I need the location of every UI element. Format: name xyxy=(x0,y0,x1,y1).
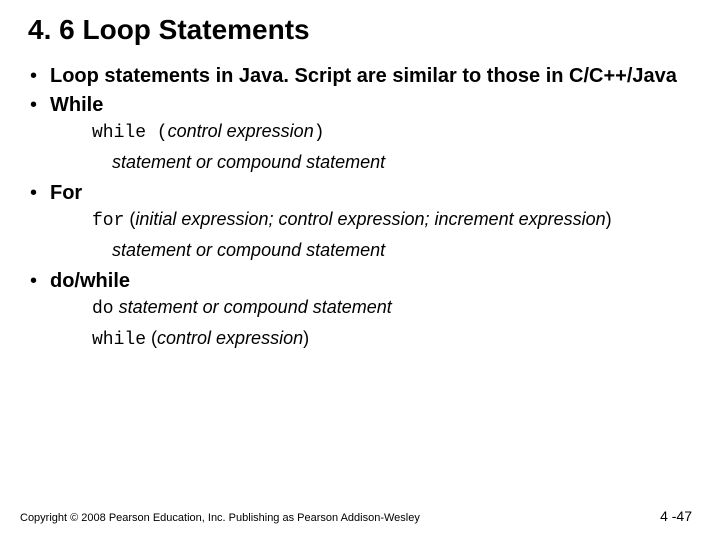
for-close: ) xyxy=(606,209,612,229)
while-keyword: while ( xyxy=(92,123,168,143)
dowhile-close: ) xyxy=(303,328,309,348)
dowhile-while-keyword: while xyxy=(92,330,146,350)
for-body: statement or compound statement xyxy=(112,239,692,262)
copyright-text: Copyright © 2008 Pearson Education, Inc.… xyxy=(20,512,420,524)
while-syntax: while (control expression) xyxy=(92,120,692,145)
bullet-while: While while (control expression) stateme… xyxy=(28,93,692,175)
bullet-dowhile: do/while do statement or compound statem… xyxy=(28,269,692,353)
while-body: statement or compound statement xyxy=(112,151,692,174)
dowhile-open: ( xyxy=(146,328,157,348)
bullet-for: For for (initial expression; control exp… xyxy=(28,181,692,263)
for-args: initial expression; control expression; … xyxy=(135,209,605,229)
for-label: For xyxy=(50,181,692,206)
do-body: statement or compound statement xyxy=(114,297,392,317)
dowhile-label: do/while xyxy=(50,269,692,294)
for-keyword: for xyxy=(92,211,124,231)
while-close: ) xyxy=(314,123,325,143)
for-syntax: for (initial expression; control express… xyxy=(92,208,692,233)
slide: 4. 6 Loop Statements Loop statements in … xyxy=(0,0,720,540)
intro-text: Loop statements in Java. Script are simi… xyxy=(50,64,692,89)
for-open: ( xyxy=(124,209,135,229)
while-ctrl: control expression xyxy=(168,121,314,141)
dowhile-while-line: while (control expression) xyxy=(92,327,692,352)
while-label: While xyxy=(50,93,692,118)
bullet-intro: Loop statements in Java. Script are simi… xyxy=(28,64,692,89)
page-number: 4 -47 xyxy=(660,508,692,524)
slide-title: 4. 6 Loop Statements xyxy=(28,14,692,46)
do-keyword: do xyxy=(92,299,114,319)
do-line: do statement or compound statement xyxy=(92,296,692,321)
bullet-list: Loop statements in Java. Script are simi… xyxy=(28,64,692,352)
dowhile-ctrl: control expression xyxy=(157,328,303,348)
